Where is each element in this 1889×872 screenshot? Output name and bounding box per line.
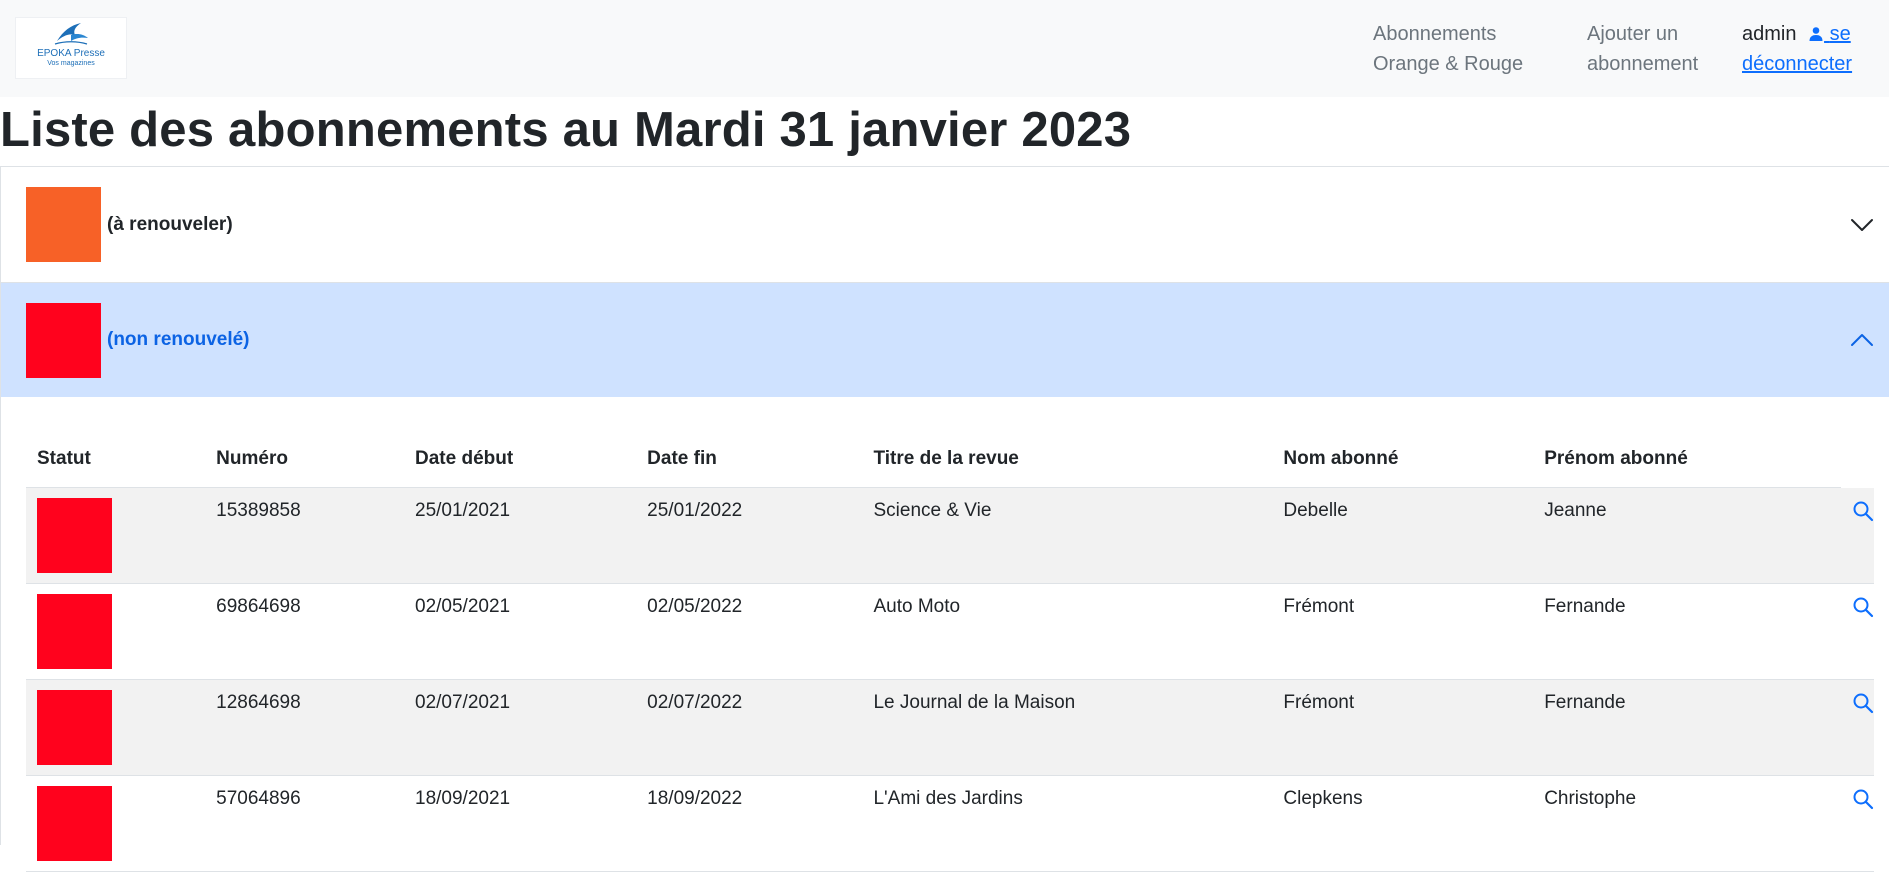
action-cell [1841, 679, 1874, 776]
status-swatch-red [37, 690, 112, 765]
column-header-date-fin: Date fin [636, 431, 863, 488]
column-header-date-debut: Date début [404, 431, 637, 488]
table-row: 15389858 25/01/2021 25/01/2022 Science &… [26, 487, 1874, 584]
date-fin-cell: 02/05/2022 [636, 583, 863, 680]
table-row: 12864698 02/07/2021 02/07/2022 Le Journa… [26, 679, 1874, 776]
date-debut-cell: 02/05/2021 [404, 583, 637, 680]
nom-cell: Frémont [1272, 679, 1534, 776]
date-fin-cell: 02/07/2022 [636, 679, 863, 776]
action-cell [1841, 775, 1874, 872]
search-icon[interactable] [1852, 788, 1874, 810]
person-icon [1809, 27, 1823, 41]
logo-tagline: Vos magazines [47, 60, 95, 67]
titre-cell: Auto Moto [862, 583, 1273, 680]
status-cell [26, 775, 206, 872]
date-debut-cell: 02/07/2021 [404, 679, 637, 776]
accordion-header-non-renouvele[interactable]: (non renouvelé) [1, 283, 1889, 397]
nom-cell: Debelle [1272, 487, 1534, 584]
column-header-statut: Statut [26, 431, 206, 488]
nav-link-label-line1: Ajouter un [1587, 23, 1679, 45]
prenom-cell: Jeanne [1533, 487, 1841, 584]
date-fin-cell: 25/01/2022 [636, 487, 863, 584]
status-swatch-red [37, 786, 112, 861]
nav-link-label-line2: abonnement [1587, 53, 1699, 75]
status-cell [26, 583, 206, 680]
date-fin-cell: 18/09/2022 [636, 775, 863, 872]
numero-cell: 12864698 [205, 679, 404, 776]
chevron-up-icon [1851, 334, 1873, 346]
search-icon[interactable] [1852, 692, 1874, 714]
prenom-cell: Fernande [1533, 583, 1841, 680]
table-header-row: Statut Numéro Date début Date fin Titre … [26, 431, 1874, 488]
action-cell [1841, 487, 1874, 584]
status-swatch-orange [26, 187, 101, 262]
numero-cell: 15389858 [205, 487, 404, 584]
status-cell [26, 679, 206, 776]
logout-label-line2: déconnecter [1742, 53, 1853, 75]
nav-link-label-line1: Abonnements [1373, 23, 1497, 45]
nav-link-abonnements-orange-rouge[interactable]: Abonnements Orange & Rouge [1373, 19, 1523, 79]
table-row: 57064896 18/09/2021 18/09/2022 L'Ami des… [26, 775, 1874, 872]
status-cell [26, 487, 206, 584]
column-header-numero: Numéro [205, 431, 404, 488]
navbar: EPOKA Presse Vos magazines Abonnements O… [0, 0, 1889, 97]
user-area: admin se déconnecter [1742, 19, 1852, 79]
nom-cell: Clepkens [1272, 775, 1534, 872]
titre-cell: Le Journal de la Maison [862, 679, 1273, 776]
column-header-titre-revue: Titre de la revue [862, 431, 1273, 488]
page-title: Liste des abonnements au Mardi 31 janvie… [0, 103, 1132, 157]
prenom-cell: Fernande [1533, 679, 1841, 776]
status-swatch-red [37, 498, 112, 573]
accordion-header-a-renouveler[interactable]: (à renouveler) [1, 167, 1889, 283]
logout-label-line1: se [1829, 23, 1851, 45]
subscriptions-accordion: (à renouveler) (non renouvelé) Statut Nu… [0, 166, 1889, 872]
accordion-label: (non renouvelé) [107, 329, 250, 350]
user-name: admin [1742, 23, 1797, 45]
search-icon[interactable] [1852, 500, 1874, 522]
titre-cell: L'Ami des Jardins [862, 775, 1273, 872]
column-header-nom-abonne: Nom abonné [1272, 431, 1534, 488]
bird-logo-icon [54, 23, 88, 45]
status-swatch-red [37, 594, 112, 669]
status-swatch-red [26, 302, 101, 378]
nom-cell: Frémont [1272, 583, 1534, 680]
date-debut-cell: 25/01/2021 [404, 487, 637, 584]
search-icon[interactable] [1852, 596, 1874, 618]
nav-link-ajouter-abonnement[interactable]: Ajouter un abonnement [1587, 19, 1698, 79]
column-header-prenom-abonne: Prénom abonné [1533, 431, 1841, 488]
numero-cell: 69864698 [205, 583, 404, 680]
logo-brand: EPOKA Presse [37, 48, 105, 59]
nav-link-label-line2: Orange & Rouge [1373, 53, 1524, 75]
column-header-actions [1841, 431, 1874, 488]
table-row: 69864698 02/05/2021 02/05/2022 Auto Moto… [26, 583, 1874, 680]
titre-cell: Science & Vie [862, 487, 1273, 584]
numero-cell: 57064896 [205, 775, 404, 872]
epoka-logo[interactable]: EPOKA Presse Vos magazines [15, 17, 127, 79]
action-cell [1841, 583, 1874, 680]
chevron-down-icon [1851, 218, 1873, 231]
subscriptions-table: Statut Numéro Date début Date fin Titre … [26, 431, 1874, 872]
subscriptions-table-wrap: Statut Numéro Date début Date fin Titre … [26, 431, 1874, 872]
accordion-label: (à renouveler) [107, 213, 233, 235]
prenom-cell: Christophe [1533, 775, 1841, 872]
date-debut-cell: 18/09/2021 [404, 775, 637, 872]
